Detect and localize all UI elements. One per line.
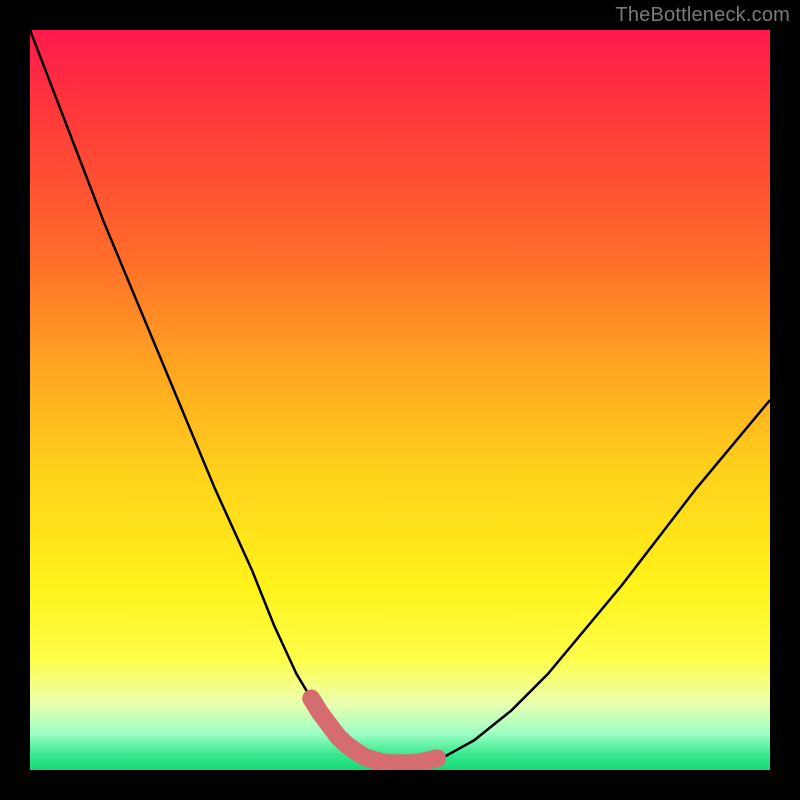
plot-area	[30, 30, 770, 770]
curve-layer	[30, 30, 770, 770]
chart-frame: TheBottleneck.com	[0, 0, 800, 800]
bottleneck-curve	[30, 30, 770, 763]
highlight-segment	[311, 699, 437, 764]
watermark-text: TheBottleneck.com	[615, 4, 790, 27]
